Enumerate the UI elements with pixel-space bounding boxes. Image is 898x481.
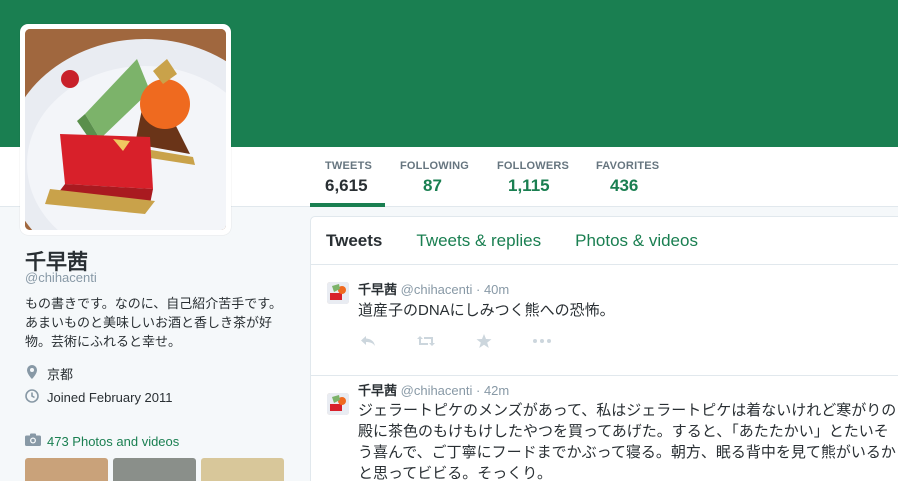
tab-tweets-and-replies[interactable]: Tweets & replies (416, 231, 541, 251)
tweet-header: 千早茜 @chihacenti · 40m (358, 279, 509, 298)
profile-joined: Joined February 2011 (25, 389, 173, 406)
stat-followers-label: FOLLOWERS (497, 160, 570, 172)
photo-thumbnail[interactable] (113, 458, 196, 481)
photos-videos-link[interactable]: 473 Photos and videos (25, 433, 179, 449)
stat-following[interactable]: FOLLOWING 87 (400, 160, 469, 196)
tweet-avatar[interactable] (327, 393, 349, 415)
stat-followers[interactable]: FOLLOWERS 1,115 (497, 160, 569, 196)
tweet-header: 千早茜 @chihacenti · 42m (358, 380, 509, 399)
stat-favorites-label: FAVORITES (596, 160, 660, 172)
stat-followers-value: 1,115 (508, 176, 550, 195)
photo-thumbnail[interactable] (25, 458, 108, 481)
tweet-author-handle[interactable]: @chihacenti (401, 282, 473, 297)
stat-favorites-value: 436 (610, 176, 639, 195)
tweet-timestamp[interactable]: · 40m (476, 282, 509, 297)
profile-avatar-frame[interactable] (20, 24, 231, 235)
tweet-text: 道産子のDNAにしみつく熊への恐怖。 (358, 302, 615, 319)
stat-following-value: 87 (423, 176, 442, 195)
reply-icon[interactable] (358, 334, 378, 348)
tweet-timestamp[interactable]: · 42m (476, 383, 509, 398)
tab-photos-and-videos[interactable]: Photos & videos (575, 231, 698, 251)
photos-videos-link-text: 473 Photos and videos (47, 433, 180, 449)
clock-icon (25, 389, 39, 406)
stat-tweets[interactable]: TWEETS 6,615 (325, 160, 372, 196)
tweet-actions (358, 334, 552, 348)
stat-following-label: FOLLOWING (400, 160, 470, 172)
profile-location-text: 京都 (47, 367, 74, 382)
profile-joined-text: Joined February 2011 (47, 390, 173, 405)
photo-thumbnail[interactable] (201, 458, 284, 481)
more-icon[interactable] (532, 334, 552, 348)
tab-tweets[interactable]: Tweets (326, 231, 382, 251)
profile-bio: もの書きです。なのに、自己紹介苦手です。 あまいものと美味しいお酒と香しき茶が好… (25, 296, 283, 349)
tweet-author-handle[interactable]: @chihacenti (401, 383, 473, 398)
camera-icon (25, 433, 41, 449)
stat-tweets-value: 6,615 (325, 176, 368, 195)
tweet-text: ジェラートピケのメンズがあって、私はジェラートピケは着ないけれど寒がりの殿に茶色… (358, 402, 897, 481)
retweet-icon[interactable] (416, 334, 436, 348)
stat-favorites[interactable]: FAVORITES 436 (596, 160, 659, 196)
star-icon[interactable] (474, 334, 494, 348)
timeline: Tweets Tweets & replies Photos & videos … (310, 216, 898, 481)
map-pin-icon (25, 364, 39, 383)
stat-tweets-label: TWEETS (325, 160, 373, 172)
profile-location: 京都 (25, 364, 73, 383)
timeline-tabs: Tweets Tweets & replies Photos & videos (311, 217, 898, 265)
profile-handle[interactable]: @chihacenti (25, 270, 97, 285)
active-stat-indicator (310, 203, 385, 207)
tweet-avatar[interactable] (327, 282, 349, 304)
tweet[interactable]: 千早茜 @chihacenti · 42m ジェラートピケのメンズがあって、私は… (311, 377, 898, 481)
tweet[interactable]: 千早茜 @chihacenti · 40m 道産子のDNAにしみつく熊への恐怖。 (311, 266, 898, 376)
tweet-author-name[interactable]: 千早茜 (358, 282, 397, 297)
profile-avatar (25, 29, 226, 230)
tweet-author-name[interactable]: 千早茜 (358, 383, 397, 398)
